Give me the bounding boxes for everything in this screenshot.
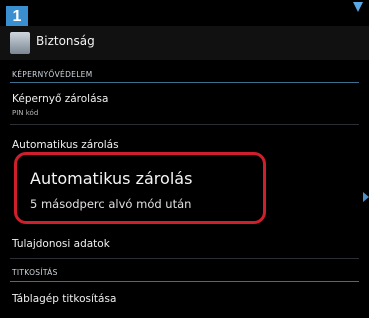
list-divider (10, 124, 359, 125)
section-header-screen-protection: KÉPERNYŐVÉDELEM (12, 70, 93, 79)
auto-lock-title[interactable]: Automatikus zárolás (12, 139, 119, 151)
screen-title: Biztonság (36, 34, 95, 48)
section-divider (10, 281, 359, 282)
settings-app-icon[interactable] (10, 32, 30, 54)
tablet-encryption-title[interactable]: Táblagép titkosítása (12, 293, 116, 305)
section-header-encryption: TITKOSÍTÁS (12, 268, 58, 277)
chevron-right-icon (363, 192, 369, 202)
auto-lock-highlight-summary: 5 másodperc alvó mód után (30, 197, 192, 211)
auto-lock-highlight-title: Automatikus zárolás (30, 169, 193, 188)
list-divider (10, 258, 359, 259)
section-divider (10, 82, 359, 83)
screen-lock-title[interactable]: Képernyő zárolása (12, 93, 108, 105)
status-bar (0, 0, 369, 22)
auto-lock-highlight-box[interactable] (14, 152, 266, 224)
screen-lock-summary: PIN kód (12, 109, 39, 117)
step-number-badge: 1 (6, 6, 28, 28)
owner-info-title[interactable]: Tulajdonosi adatok (12, 238, 110, 250)
